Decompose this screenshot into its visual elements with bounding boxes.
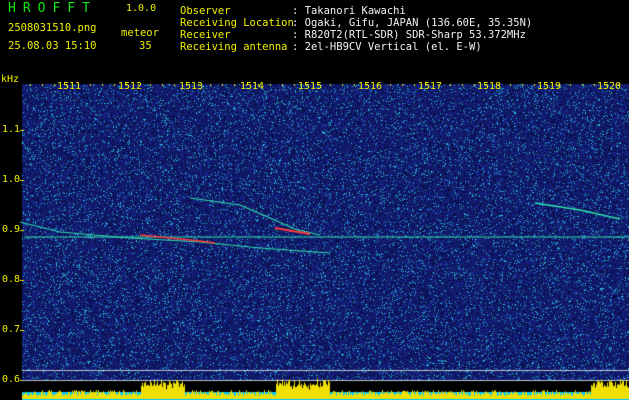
x-tick-label: 1512 xyxy=(118,81,143,92)
x-tick-label: 1515 xyxy=(298,81,323,92)
spectrogram-canvas xyxy=(0,70,629,400)
x-tick-label: 1516 xyxy=(358,81,383,92)
y-tick-label: 0.9 xyxy=(2,224,21,235)
info-value-observer: : Takanori Kawachi xyxy=(292,5,406,17)
y-tick-label: 0.7 xyxy=(2,324,21,335)
meteor-count: 35 xyxy=(139,40,152,52)
y-tick-label: 1.0 xyxy=(2,174,21,185)
date-time: 25.08.03 15:10 xyxy=(8,40,97,52)
y-tick-label: 1.1 xyxy=(2,124,21,135)
info-value-receiver: : R820T2(RTL-SDR) SDR-Sharp 53.372MHz xyxy=(292,29,526,41)
y-axis-unit: kHz xyxy=(1,74,20,85)
x-tick-label: 1511 xyxy=(57,81,82,92)
app-version: 1.0.0 xyxy=(126,3,157,14)
meteor-label: meteor xyxy=(121,27,159,39)
x-tick-label: 1519 xyxy=(537,81,562,92)
info-label-antenna: Receiving antenna xyxy=(180,41,288,53)
y-tick-label: 0.6 xyxy=(2,374,21,385)
info-value-antenna: : 2el-HB9CV Vertical (el. E-W) xyxy=(292,41,482,53)
x-tick-label: 1513 xyxy=(179,81,204,92)
info-label-location: Receiving Location xyxy=(180,17,294,29)
x-tick-label: 1518 xyxy=(477,81,502,92)
x-tick-label: 1514 xyxy=(240,81,265,92)
header-panel: HROFFT 1.0.0 2508031510.png meteor 25.08… xyxy=(0,0,629,70)
x-tick-label: 1520 xyxy=(597,81,622,92)
y-tick-label: 0.8 xyxy=(2,274,21,285)
app-title: HROFFT xyxy=(8,1,97,16)
x-tick-label: 1517 xyxy=(418,81,443,92)
info-label-observer: Observer xyxy=(180,5,231,17)
info-value-location: : Ogaki, Gifu, JAPAN (136.60E, 35.35N) xyxy=(292,17,533,29)
info-label-receiver: Receiver xyxy=(180,29,231,41)
file-name: 2508031510.png xyxy=(8,22,97,34)
